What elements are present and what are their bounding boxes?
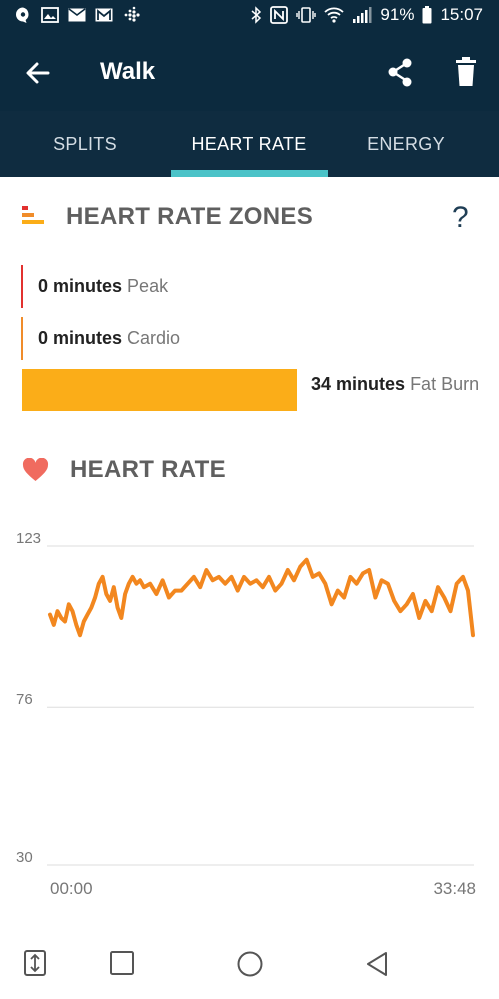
- zone-peak: 0 minutes Peak: [38, 276, 168, 297]
- chart-xtick-label: 33:48: [433, 879, 476, 898]
- vibrate-icon: [296, 6, 317, 24]
- zone-peak-label: Peak: [127, 276, 169, 296]
- recents-icon: [110, 951, 134, 975]
- signal-icon: [352, 7, 372, 23]
- heart-rate-title: HEART RATE: [70, 456, 226, 483]
- zone-peak-minutes: 0 minutes: [38, 276, 123, 296]
- wifi-icon: [324, 7, 345, 23]
- share-icon: [388, 58, 412, 87]
- active-tab-indicator: [171, 170, 328, 177]
- zone-cardio-label: Cardio: [127, 328, 181, 348]
- chart-ytick-label: 76: [16, 691, 33, 708]
- tab-splits[interactable]: SPLITS: [0, 111, 170, 177]
- tab-energy[interactable]: ENERGY: [328, 111, 484, 177]
- gmail-icon: [95, 8, 113, 22]
- zone-fat-burn-label: Fat Burn: [410, 374, 480, 394]
- chart-ytick-label: 30: [16, 849, 33, 866]
- zone-fat-burn-minutes: 34 minutes: [311, 374, 406, 394]
- swap-apps-button[interactable]: [24, 950, 46, 981]
- home-icon: [237, 951, 263, 977]
- mail-icon: [68, 8, 86, 22]
- chart-xtick-label: 00:00: [50, 879, 93, 898]
- arrow-back-icon: [26, 62, 50, 84]
- back-button[interactable]: [20, 55, 56, 91]
- clock: 15:07: [440, 5, 483, 24]
- nav-back-button[interactable]: [364, 950, 390, 983]
- back-icon: [367, 952, 387, 976]
- battery-percent: 91%: [380, 5, 415, 24]
- chart-ytick-label: 123: [16, 530, 41, 547]
- status-bar: 91% 15:07: [0, 0, 499, 33]
- system-status: 91% 15:07: [250, 5, 483, 25]
- zone-fat-burn: 34 minutes Fat Burn: [311, 372, 481, 397]
- notification-icons: [14, 6, 140, 24]
- delete-button[interactable]: [450, 55, 482, 91]
- heart-rate-series-line: [48, 557, 475, 638]
- peak-zone-marker: [21, 265, 23, 308]
- zones-icon: [22, 206, 44, 224]
- app-bar: Walk: [0, 33, 499, 111]
- system-nav-bar: [0, 934, 499, 999]
- home-button[interactable]: [236, 950, 264, 983]
- cardio-zone-marker: [21, 317, 23, 360]
- nfc-icon: [270, 6, 289, 24]
- battery-icon: [422, 6, 432, 24]
- zone-cardio: 0 minutes Cardio: [38, 328, 180, 349]
- help-button[interactable]: ?: [452, 201, 469, 235]
- zone-cardio-minutes: 0 minutes: [38, 328, 123, 348]
- zones-title: HEART RATE ZONES: [66, 203, 314, 230]
- recents-button[interactable]: [109, 950, 135, 981]
- tab-heart-rate[interactable]: HEART RATE: [170, 111, 328, 177]
- trash-icon: [456, 57, 476, 86]
- fitbit-icon: [122, 6, 140, 24]
- bluetooth-icon: [250, 6, 262, 24]
- share-button[interactable]: [382, 55, 418, 91]
- heart-icon: [22, 458, 49, 481]
- swap-icon: [24, 950, 46, 976]
- tab-bar: SPLITS HEART RATE ENERGY: [0, 111, 499, 177]
- heart-rate-chart: 30 76 123 00:00 33:48: [16, 530, 476, 898]
- image-icon: [41, 7, 59, 23]
- page-title: Walk: [100, 58, 156, 85]
- fat-burn-bar: [22, 369, 297, 411]
- chat-icon: [14, 6, 32, 24]
